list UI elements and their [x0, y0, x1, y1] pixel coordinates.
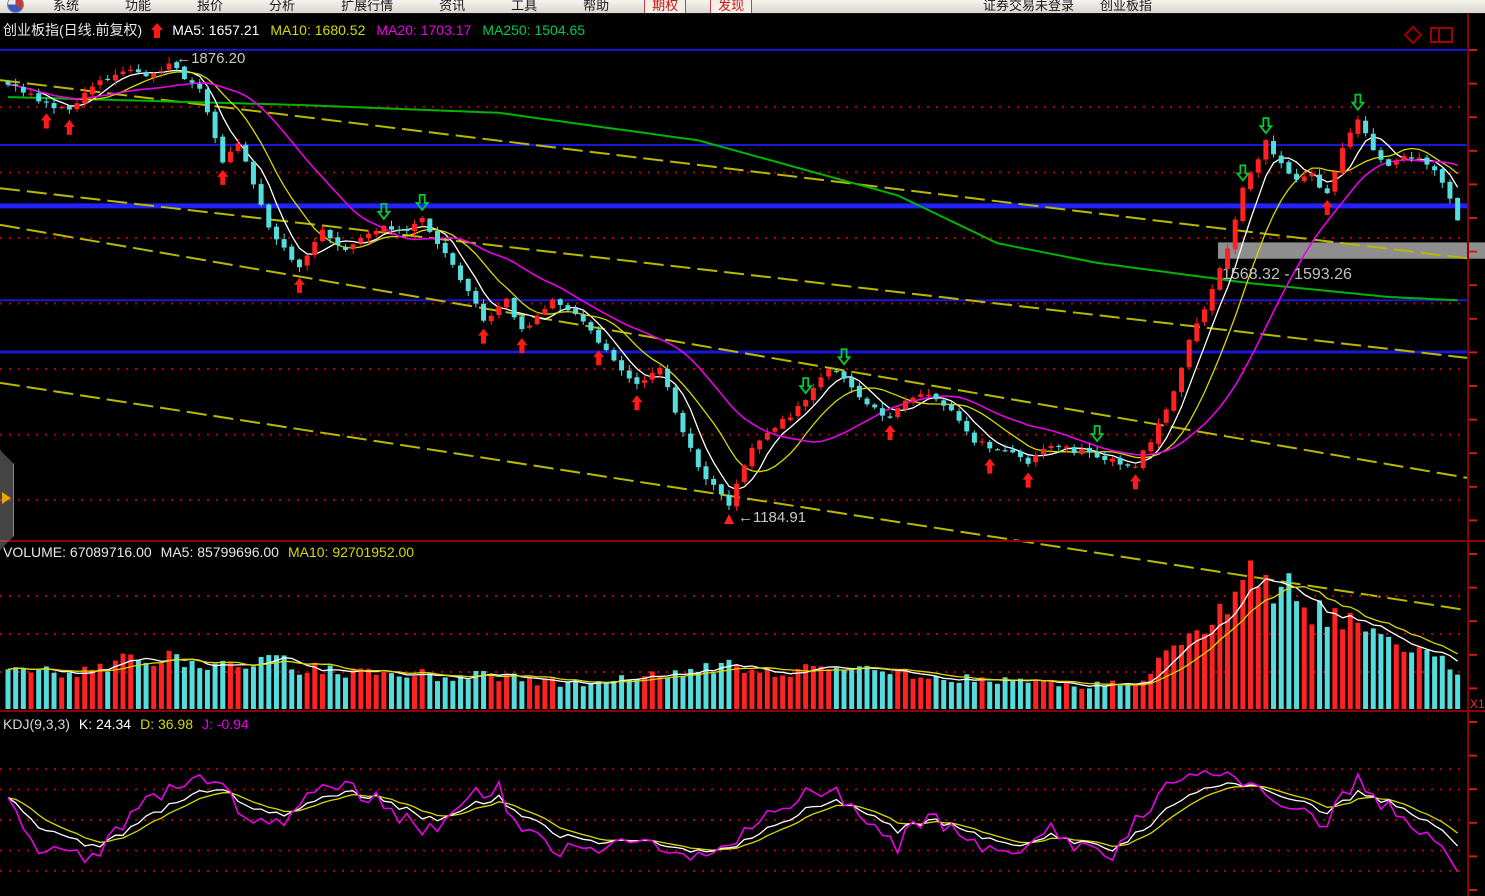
menu-item-highlight[interactable]: 期权	[644, 0, 686, 14]
menu-bar: 系统 功能 报价 分析 扩展行情 资讯 工具 帮助 期权 发现 证券交易未登录 创业板指	[0, 0, 1485, 14]
sell-arrow-icon	[1092, 426, 1103, 441]
menu-item[interactable]: 工具	[511, 0, 537, 14]
chart-corner-tools	[1404, 26, 1454, 44]
indicator-ma250: MA250: 1504.65	[482, 22, 585, 38]
diamond-tool-icon[interactable]	[1404, 26, 1422, 44]
expand-right-icon	[2, 492, 11, 504]
menu-item-highlight[interactable]: 发现	[710, 0, 752, 14]
menu-item[interactable]: 功能	[125, 0, 151, 14]
chart-title: 创业板指(日线.前复权)	[3, 20, 142, 40]
menu-item[interactable]: 扩展行情	[341, 0, 393, 14]
menu-item[interactable]: 报价	[197, 0, 223, 14]
indicator-k: K: 24.34	[79, 716, 131, 732]
buy-arrow-icon	[885, 425, 896, 440]
split-window-icon[interactable]	[1430, 26, 1454, 44]
sell-arrow-icon	[1260, 118, 1271, 133]
buy-arrow-icon	[41, 114, 52, 129]
main-chart-header: 创业板指(日线.前复权) MA5: 1657.21MA10: 1680.52MA…	[3, 20, 585, 40]
indicator-ma20: MA20: 1703.17	[376, 22, 471, 38]
menu-item[interactable]: 帮助	[583, 0, 609, 14]
indicator-vol-ma5: MA5: 85799696.00	[161, 544, 279, 560]
signal-up-arrow-icon	[151, 23, 163, 38]
sell-arrow-icon	[800, 378, 811, 393]
svg-text:←1184.91: ←1184.91	[738, 509, 806, 526]
volume-header: VOLUME: 67089716.00 MA5: 85799696.00 MA10:…	[3, 544, 414, 560]
buy-arrow-icon	[1023, 473, 1034, 488]
volume-panel	[0, 560, 1467, 709]
indicator-ma5: MA5: 1657.21	[172, 22, 259, 38]
volume-unit-label: X10000	[1470, 697, 1485, 711]
buy-arrow-icon	[1130, 474, 1141, 489]
app-window: ←1876.20 ←1184.91 1568.32 - 1593.26 系统 功能 报价…	[0, 0, 1485, 896]
buy-arrow-icon	[631, 395, 642, 410]
svg-text:←1876.20: ←1876.20	[176, 50, 245, 67]
svg-text:1568.32 - 1593.26: 1568.32 - 1593.26	[1222, 266, 1352, 283]
menu-item[interactable]: 资讯	[439, 0, 465, 14]
indicator-j: J: -0.94	[202, 716, 249, 732]
buy-arrow-icon	[294, 278, 305, 293]
sidebar-flyout-tab[interactable]	[0, 450, 14, 550]
menu-item[interactable]: 分析	[269, 0, 295, 14]
kdj-header: KDJ(9,3,3) K: 24.34 D: 36.98 J: -0.94	[3, 716, 249, 732]
ma-indicator-values: MA5: 1657.21 MA10: 1680.52 MA20: 1703.17 MA…	[172, 22, 585, 38]
price-volume-kdj-chart[interactable]: ←1876.20 ←1184.91 1568.32 - 1593.26	[0, 0, 1485, 896]
app-logo-icon	[7, 0, 24, 13]
indicator-ma10: MA10: 1680.52	[270, 22, 365, 38]
indicator-vol-ma10: MA10: 92701952.00	[288, 544, 414, 560]
buy-arrow-icon	[64, 120, 75, 135]
main-menu: 系统 功能 报价 分析 扩展行情 资讯 工具 帮助 期权 发现	[30, 0, 764, 14]
menu-item[interactable]: 系统	[53, 0, 79, 14]
indicator-volume: VOLUME: 67089716.00	[3, 544, 152, 560]
kdj-panel	[0, 769, 1467, 872]
buy-arrow-icon	[984, 459, 995, 474]
sell-arrow-icon	[1352, 95, 1363, 110]
candlesticks	[6, 57, 1461, 511]
buy-arrow-icon	[478, 329, 489, 344]
current-symbol[interactable]: 创业板指	[1100, 0, 1152, 14]
signal-arrows	[41, 95, 1364, 490]
indicator-d: D: 36.98	[140, 716, 193, 732]
indicator-kdj: KDJ(9,3,3)	[3, 716, 70, 732]
login-status[interactable]: 证券交易未登录	[983, 0, 1074, 14]
